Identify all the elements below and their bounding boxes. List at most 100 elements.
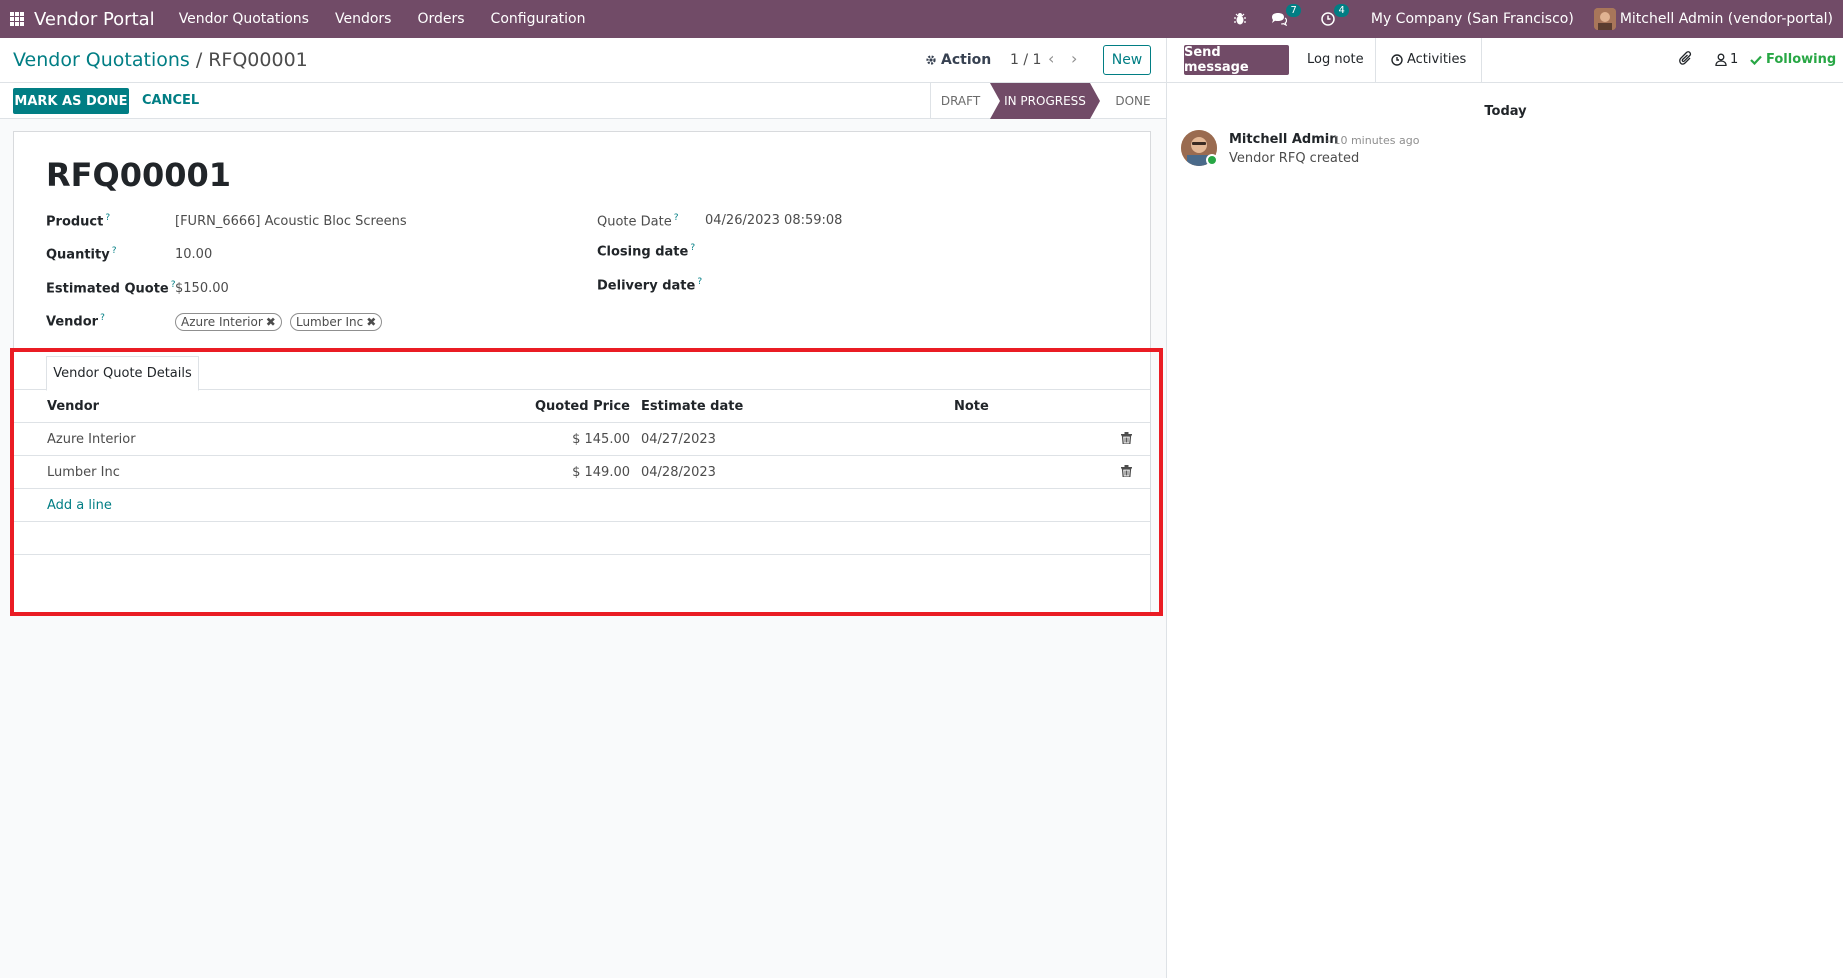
product-field[interactable]: [FURN_6666] Acoustic Bloc Screens: [175, 214, 407, 229]
row-vendor: Azure Interior: [47, 432, 136, 447]
vendor-tags-field[interactable]: Azure Interior ✖ Lumber Inc ✖: [175, 313, 386, 331]
row-quoted-price: $ 145.00: [572, 432, 630, 447]
table-row[interactable]: Azure Interior $ 145.00 04/27/2023: [14, 423, 1150, 456]
check-icon: [1750, 55, 1762, 65]
notebook-tabs: Vendor Quote Details: [14, 356, 1150, 391]
apps-menu-icon[interactable]: [10, 12, 24, 26]
trash-icon[interactable]: [1121, 465, 1132, 481]
add-line-row: Add a line: [14, 489, 1150, 522]
estimated-quote-field[interactable]: $150.00: [175, 281, 229, 296]
stage-draft[interactable]: DRAFT: [930, 83, 990, 119]
send-message-button[interactable]: Send message: [1184, 45, 1289, 75]
row-estimate-date: 04/28/2023: [641, 465, 716, 480]
user-avatar: [1593, 8, 1616, 30]
table-header: Vendor Quoted Price Estimate date Note: [14, 390, 1150, 423]
status-bar: MARK AS DONE CANCEL DRAFT IN PROGRESS DO…: [0, 83, 1166, 119]
following-button[interactable]: Following: [1750, 52, 1836, 67]
stage-in-progress[interactable]: IN PROGRESS: [990, 83, 1100, 119]
new-button[interactable]: New: [1103, 45, 1151, 75]
remove-tag-icon[interactable]: ✖: [366, 315, 376, 329]
menu-vendor-quotations[interactable]: Vendor Quotations: [179, 11, 309, 27]
user-name: Mitchell Admin (vendor-portal): [1619, 11, 1833, 27]
estimated-quote-label: Estimated Quote?: [46, 280, 176, 297]
stage-done[interactable]: DONE: [1100, 83, 1166, 119]
remove-tag-icon[interactable]: ✖: [266, 315, 276, 329]
control-panel: Vendor Quotations / RFQ00001 Action 1 / …: [0, 38, 1166, 83]
followers-count: 1: [1730, 52, 1739, 67]
table-row: [14, 522, 1150, 555]
row-vendor: Lumber Inc: [47, 465, 120, 480]
pager-next-icon[interactable]: ›: [1071, 49, 1077, 68]
vendor-label: Vendor?: [46, 313, 105, 330]
help-icon[interactable]: ?: [112, 246, 117, 256]
form-sheet: RFQ00001 Product? [FURN_6666] Acoustic B…: [13, 131, 1151, 613]
closing-date-field[interactable]: [705, 243, 1125, 261]
mark-as-done-button[interactable]: MARK AS DONE: [13, 88, 129, 114]
quote-date-field[interactable]: 04/26/2023 08:59:08: [705, 213, 842, 228]
activities-label: Activities: [1407, 52, 1467, 67]
help-icon[interactable]: ?: [674, 213, 679, 223]
action-label: Action: [941, 52, 992, 68]
table-row[interactable]: Lumber Inc $ 149.00 04/28/2023: [14, 456, 1150, 489]
gear-icon: [926, 55, 936, 65]
column-quoted-price[interactable]: Quoted Price: [535, 399, 630, 414]
row-quoted-price: $ 149.00: [572, 465, 630, 480]
help-icon[interactable]: ?: [105, 213, 110, 223]
vendor-quote-table: Vendor Quoted Price Estimate date Note A…: [14, 390, 1150, 555]
quote-date-label: Quote Date?: [597, 213, 679, 230]
add-a-line-link[interactable]: Add a line: [47, 498, 112, 513]
date-separator: Today: [1484, 104, 1527, 119]
clock-icon: [1391, 53, 1403, 66]
chatter-panel: Send message Log note Activities 1 Follo…: [1166, 38, 1843, 978]
user-icon: [1715, 53, 1727, 66]
menu-vendors[interactable]: Vendors: [335, 11, 391, 27]
menu-configuration[interactable]: Configuration: [491, 11, 586, 27]
closing-date-label: Closing date?: [597, 243, 696, 260]
help-icon[interactable]: ?: [697, 277, 702, 287]
messages-count-badge: 7: [1286, 4, 1301, 17]
help-icon[interactable]: ?: [100, 313, 105, 323]
message-timestamp: - 10 minutes ago: [1326, 134, 1420, 147]
activities-button[interactable]: Activities: [1391, 52, 1466, 67]
message-author[interactable]: Mitchell Admin: [1229, 132, 1338, 147]
top-navbar: Vendor Portal Vendor Quotations Vendors …: [0, 0, 1843, 38]
followers-button[interactable]: 1: [1715, 52, 1738, 67]
breadcrumb-current: RFQ00001: [208, 49, 308, 71]
divider: [1481, 38, 1482, 83]
following-label: Following: [1766, 52, 1837, 67]
chatter-topbar: Send message Log note Activities 1 Follo…: [1167, 38, 1843, 83]
delivery-date-field[interactable]: [705, 277, 1125, 295]
column-estimate-date[interactable]: Estimate date: [641, 399, 743, 414]
delivery-date-label: Delivery date?: [597, 277, 703, 294]
activities-clock-icon[interactable]: 4: [1321, 4, 1349, 26]
paperclip-icon[interactable]: [1679, 51, 1693, 71]
row-estimate-date: 04/27/2023: [641, 432, 716, 447]
cancel-button[interactable]: CANCEL: [142, 93, 199, 108]
column-vendor[interactable]: Vendor: [47, 399, 99, 414]
menu-orders[interactable]: Orders: [417, 11, 464, 27]
divider: [1375, 38, 1376, 83]
quantity-field[interactable]: 10.00: [175, 247, 212, 262]
quantity-label: Quantity?: [46, 246, 117, 263]
help-icon[interactable]: ?: [690, 243, 695, 253]
user-menu[interactable]: Mitchell Admin (vendor-portal): [1593, 8, 1833, 30]
record-title: RFQ00001: [46, 156, 232, 194]
log-note-button[interactable]: Log note: [1307, 52, 1364, 67]
breadcrumb-vendor-quotations[interactable]: Vendor Quotations: [13, 49, 190, 71]
stage-pipeline: DRAFT IN PROGRESS DONE: [930, 83, 1166, 119]
tab-vendor-quote-details[interactable]: Vendor Quote Details: [46, 356, 199, 391]
vendor-tag: Azure Interior ✖: [175, 313, 282, 331]
vendor-tag: Lumber Inc ✖: [289, 313, 383, 331]
bug-icon[interactable]: [1233, 12, 1247, 26]
pager-previous-icon[interactable]: ‹: [1048, 49, 1054, 68]
action-menu-button[interactable]: Action: [925, 52, 991, 68]
breadcrumb: Vendor Quotations / RFQ00001: [13, 49, 308, 71]
company-switcher[interactable]: My Company (San Francisco): [1371, 11, 1574, 27]
column-note[interactable]: Note: [954, 399, 989, 414]
pager-value[interactable]: 1 / 1: [1010, 52, 1041, 68]
messages-icon[interactable]: 7: [1271, 4, 1301, 26]
app-brand[interactable]: Vendor Portal: [34, 9, 155, 30]
product-label: Product?: [46, 213, 111, 230]
message-body: Vendor RFQ created: [1229, 151, 1360, 166]
trash-icon[interactable]: [1121, 432, 1132, 448]
